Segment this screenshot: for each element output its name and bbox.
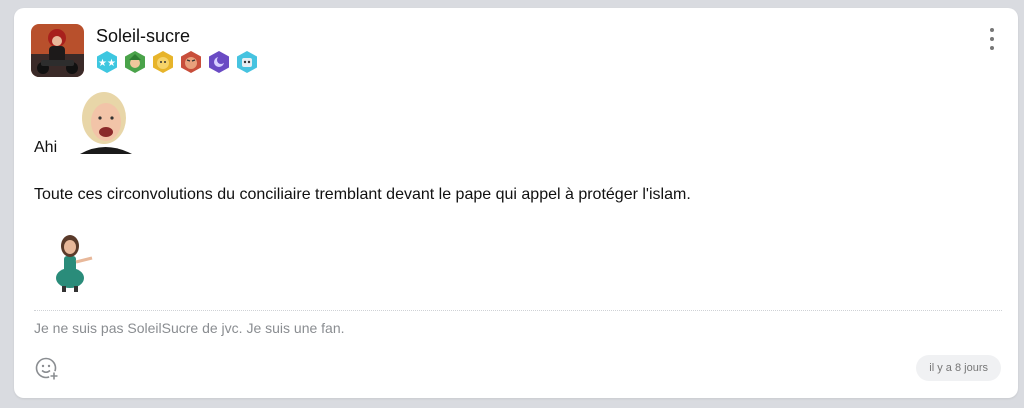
face-badge-icon[interactable]: [151, 50, 175, 74]
badge-list: ★★: [95, 50, 259, 74]
sticker-image: [70, 92, 140, 154]
signature: Je ne suis pas SoleilSucre de jvc. Je su…: [34, 320, 345, 336]
add-reaction-icon[interactable]: [34, 356, 60, 382]
elf-badge-icon[interactable]: [123, 50, 147, 74]
username[interactable]: Soleil-sucre: [96, 26, 190, 47]
more-options-icon[interactable]: [984, 28, 1000, 50]
post-body: Toute ces circonvolutions du conciliaire…: [34, 186, 691, 203]
divider: [34, 310, 1002, 311]
avatar[interactable]: [31, 24, 84, 77]
sticker-image: [48, 230, 104, 294]
moon-badge-icon[interactable]: [207, 50, 231, 74]
timestamp[interactable]: il y a 8 jours: [916, 355, 1001, 381]
angry-face-badge-icon[interactable]: [179, 50, 203, 74]
post-card: Soleil-sucre ★★ Ahi Toute ces circonvolu…: [14, 8, 1018, 398]
svg-text:★★: ★★: [98, 58, 116, 69]
stars-badge-icon[interactable]: ★★: [95, 50, 119, 74]
post-text-line: Ahi: [34, 139, 58, 156]
robot-badge-icon[interactable]: [235, 50, 259, 74]
